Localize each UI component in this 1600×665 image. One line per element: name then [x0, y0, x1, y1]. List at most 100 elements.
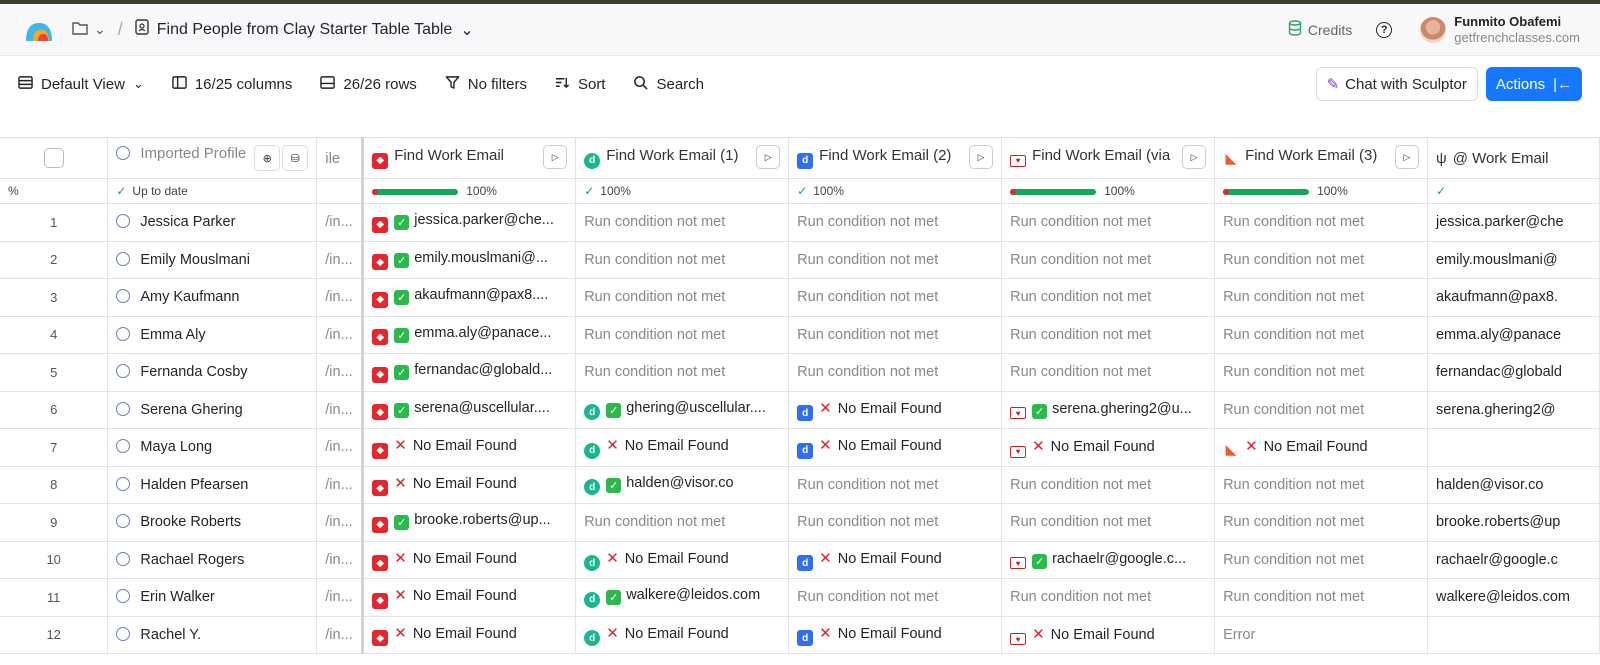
cell-c1[interactable]: ◆ ✓ emma.aly@panace... — [362, 316, 577, 354]
table-row[interactable]: 10 Rachael Rogers/in... ◆ ✕ No Email Found d ✕… — [0, 541, 1600, 579]
run-column-icon[interactable]: ▷ — [1394, 145, 1419, 169]
cell-c4[interactable]: Run condition not met — [1001, 316, 1216, 354]
cell-work-email[interactable]: emily.mouslmani@ — [1427, 241, 1600, 279]
cell-linkedin[interactable]: /in... — [316, 241, 365, 279]
column-header-find-work-email-1[interactable]: d Find Work Email (1) ▷ — [575, 137, 790, 179]
cell-c4[interactable]: Run condition not met — [1001, 353, 1216, 392]
cell-c2[interactable]: d ✕ No Email Found — [575, 541, 790, 579]
table-row[interactable]: 12 Rachel Y./in... ◆ ✕ No Email Found d ✕ No Em… — [0, 616, 1600, 654]
cell-work-email[interactable]: emma.aly@panace — [1427, 316, 1600, 354]
credits-button[interactable]: Credits — [1288, 20, 1352, 39]
cell-c1[interactable]: ◆ ✕ No Email Found — [362, 428, 577, 467]
cell-c2[interactable]: d ✓ halden@visor.co — [575, 466, 790, 504]
column-header-partial[interactable]: ile — [316, 137, 365, 179]
cell-name[interactable]: Emily Mouslmani — [107, 241, 318, 279]
cell-c2[interactable]: d ✕ No Email Found — [575, 428, 790, 467]
table-row[interactable]: 9 Brooke Roberts/in... ◆ ✓ brooke.roberts@up… — [0, 503, 1600, 542]
run-column-icon[interactable]: ▷ — [756, 145, 781, 169]
cell-c3[interactable]: Run condition not met — [788, 203, 1003, 242]
column-header-work-email[interactable]: ψ @ Work Email — [1427, 137, 1600, 179]
cell-c2[interactable]: Run condition not met — [575, 353, 790, 392]
cell-linkedin[interactable]: /in... — [316, 316, 365, 354]
cell-c4[interactable]: ♥ ✓ rachaelr@google.c... — [1001, 541, 1216, 579]
cell-c4[interactable]: ♥ ✓ serena.ghering2@u... — [1001, 391, 1216, 429]
cell-c4[interactable]: Run condition not met — [1001, 578, 1216, 617]
cell-c2[interactable]: Run condition not met — [575, 278, 790, 317]
cell-c5[interactable]: Run condition not met — [1214, 578, 1428, 617]
cell-name[interactable]: Jessica Parker — [107, 203, 318, 242]
cell-work-email[interactable]: brooke.roberts@up — [1427, 503, 1600, 542]
cell-work-email[interactable]: walkere@leidos.com — [1427, 578, 1600, 617]
column-header-imported-profile[interactable]: Imported Profile ⊕ ⛁ — [107, 137, 318, 179]
cell-c3[interactable]: d ✕ No Email Found — [788, 428, 1003, 467]
cell-c5[interactable]: Run condition not met — [1214, 278, 1428, 317]
cell-c5[interactable]: Run condition not met — [1214, 241, 1428, 279]
add-enrichment-icon[interactable]: ⊕ — [254, 145, 281, 171]
cell-c3[interactable]: Run condition not met — [788, 278, 1003, 317]
table-row[interactable]: 5 Fernanda Cosby/in... ◆ ✓ fernandac@globald… — [0, 353, 1600, 392]
cell-c5[interactable]: Error — [1214, 616, 1428, 654]
table-row[interactable]: 3 Amy Kaufmann/in... ◆ ✓ akaufmann@pax8.... R… — [0, 278, 1600, 317]
cell-work-email[interactable]: serena.ghering2@ — [1427, 391, 1600, 429]
cell-c5[interactable]: Run condition not met — [1214, 203, 1428, 242]
cell-c1[interactable]: ◆ ✓ emily.mouslmani@... — [362, 241, 577, 279]
cell-c1[interactable]: ◆ ✓ jessica.parker@che... — [362, 203, 577, 242]
cell-c1[interactable]: ◆ ✕ No Email Found — [362, 541, 577, 579]
clay-logo-icon[interactable] — [24, 19, 54, 41]
cell-c2[interactable]: Run condition not met — [575, 241, 790, 279]
cell-work-email[interactable] — [1427, 616, 1600, 654]
cell-name[interactable]: Rachel Y. — [107, 616, 318, 654]
cell-c1[interactable]: ◆ ✓ serena@uscellular.... — [362, 391, 577, 429]
filter-button[interactable]: No filters — [445, 75, 527, 94]
cell-name[interactable]: Maya Long — [107, 428, 318, 467]
cell-c1[interactable]: ◆ ✓ akaufmann@pax8.... — [362, 278, 577, 317]
rows-button[interactable]: 26/26 rows — [320, 75, 417, 94]
cell-work-email[interactable]: jessica.parker@che — [1427, 203, 1600, 242]
cell-linkedin[interactable]: /in... — [316, 391, 365, 429]
cell-c2[interactable]: Run condition not met — [575, 503, 790, 542]
cell-c3[interactable]: Run condition not met — [788, 503, 1003, 542]
cell-c2[interactable]: Run condition not met — [575, 203, 790, 242]
cell-c1[interactable]: ◆ ✓ brooke.roberts@up... — [362, 503, 577, 542]
cell-work-email[interactable]: akaufmann@pax8. — [1427, 278, 1600, 317]
select-all-checkbox[interactable] — [43, 148, 64, 168]
cell-c3[interactable]: Run condition not met — [788, 316, 1003, 354]
table-row[interactable]: 7 Maya Long/in... ◆ ✕ No Email Found d ✕ No Ema… — [0, 428, 1600, 467]
view-selector[interactable]: Default View ⌄ — [18, 75, 144, 94]
cell-c5[interactable]: Run condition not met — [1214, 391, 1428, 429]
cell-c2[interactable]: d ✓ walkere@leidos.com — [575, 578, 790, 617]
cell-c2[interactable]: d ✓ ghering@uscellular.... — [575, 391, 790, 429]
cell-c4[interactable]: ♥ ✕ No Email Found — [1001, 428, 1216, 467]
cell-c3[interactable]: Run condition not met — [788, 241, 1003, 279]
folder-dropdown[interactable]: ⌄ — [72, 21, 106, 38]
cell-c5[interactable]: Run condition not met — [1214, 541, 1428, 579]
actions-button[interactable]: Actions |← — [1485, 67, 1582, 101]
cell-linkedin[interactable]: /in... — [316, 278, 365, 317]
run-column-icon[interactable]: ▷ — [543, 145, 568, 169]
cell-work-email[interactable]: fernandac@globald — [1427, 353, 1600, 392]
cell-name[interactable]: Brooke Roberts — [107, 503, 318, 542]
cell-name[interactable]: Emma Aly — [107, 316, 318, 354]
cell-c2[interactable]: Run condition not met — [575, 316, 790, 354]
cell-c5[interactable]: Run condition not met — [1214, 503, 1428, 542]
cell-linkedin[interactable]: /in... — [316, 203, 365, 242]
cell-name[interactable]: Halden Pfearsen — [107, 466, 318, 504]
user-menu[interactable]: Funmito Obafemi getfrenchclasses.com — [1420, 14, 1580, 46]
run-column-icon[interactable]: ▷ — [1182, 145, 1207, 169]
table-row[interactable]: 2 Emily Mouslmani/in... ◆ ✓ emily.mouslmani@… — [0, 241, 1600, 279]
cell-work-email[interactable] — [1427, 428, 1600, 467]
cell-linkedin[interactable]: /in... — [316, 353, 365, 392]
cell-c4[interactable]: Run condition not met — [1001, 203, 1216, 242]
cell-c3[interactable]: d ✕ No Email Found — [788, 616, 1003, 654]
cell-c5[interactable]: Run condition not met — [1214, 466, 1428, 504]
cell-c5[interactable]: ◣ ✕ No Email Found — [1214, 428, 1428, 467]
cell-work-email[interactable]: halden@visor.co — [1427, 466, 1600, 504]
cell-c4[interactable]: Run condition not met — [1001, 503, 1216, 542]
run-column-icon[interactable]: ▷ — [969, 145, 994, 169]
table-title-dropdown[interactable]: Find People from Clay Starter Table Tabl… — [135, 19, 474, 40]
cell-linkedin[interactable]: /in... — [316, 541, 365, 579]
column-header-find-work-email-2[interactable]: d Find Work Email (2) ▷ — [788, 137, 1003, 179]
table-row[interactable]: 6 Serena Ghering/in... ◆ ✓ serena@uscellular… — [0, 391, 1600, 429]
table-row[interactable]: 8 Halden Pfearsen/in... ◆ ✕ No Email Found d ✓… — [0, 466, 1600, 504]
cell-c4[interactable]: Run condition not met — [1001, 278, 1216, 317]
